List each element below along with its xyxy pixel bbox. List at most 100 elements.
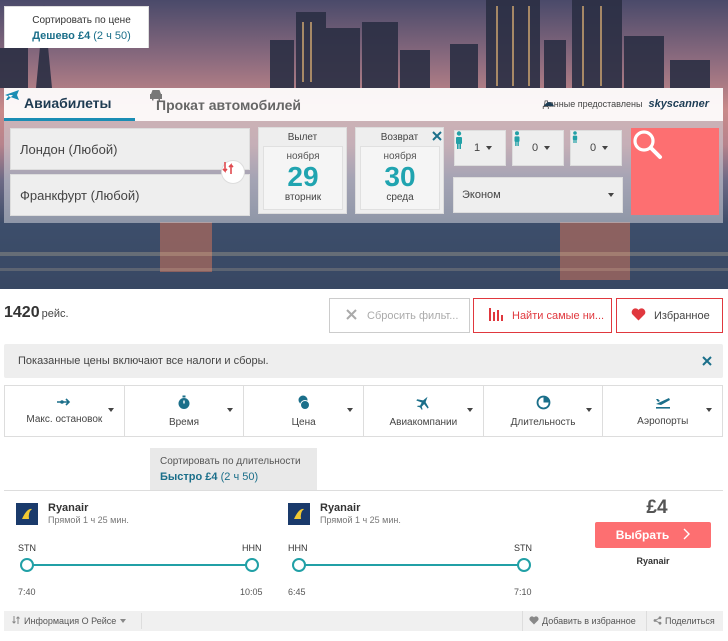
reset-filters-button[interactable]: Сбросить фильт... xyxy=(329,298,470,333)
route-end-dot xyxy=(517,558,531,572)
outbound-arrival-time: 10:05 xyxy=(240,587,263,597)
filter-price[interactable]: Цена xyxy=(244,386,365,436)
chevron-down-icon xyxy=(347,408,354,412)
share-button[interactable]: Поделиться xyxy=(646,611,715,631)
outbound-airline: Ryanair xyxy=(48,502,89,514)
stopwatch-icon xyxy=(177,395,191,413)
tab-car-rental[interactable]: Прокат автомобилей xyxy=(148,88,301,121)
dismiss-notice-button[interactable] xyxy=(701,355,713,367)
chevron-down-icon xyxy=(544,146,551,150)
results-count: 1420 рейс. xyxy=(4,304,69,322)
flight-info-label: Информация О Рейсе xyxy=(24,616,117,626)
departure-date-picker[interactable]: Вылет ноября 29 вторник xyxy=(258,127,347,214)
find-cheapest-label: Найти самые ни... xyxy=(512,309,605,322)
bar-chart-icon xyxy=(488,307,504,324)
swap-cities-button[interactable] xyxy=(221,160,245,184)
data-provider: Данные предоставлены skyscanner xyxy=(543,98,709,110)
infants-selector[interactable]: 0 xyxy=(570,130,622,166)
results-count-unit: рейс. xyxy=(41,308,69,320)
filter-airports[interactable]: Аэропорты xyxy=(603,386,722,436)
flight-info-toggle[interactable]: Информация О Рейсе xyxy=(12,615,127,627)
heart-icon xyxy=(631,307,646,324)
price-block: £4 xyxy=(597,497,717,519)
outbound-destination-code: HHN xyxy=(242,543,262,553)
inbound-airline: Ryanair xyxy=(320,502,361,514)
stops-icon xyxy=(56,397,72,410)
cabin-class-value: Эконом xyxy=(462,189,501,201)
reset-filters-label: Сбросить фильт... xyxy=(367,309,459,322)
search-form: Лондон (Любой) Франкфурт (Любой) Вылет н… xyxy=(4,121,723,223)
chevron-right-icon xyxy=(683,528,691,543)
coins-icon xyxy=(297,395,311,413)
heart-icon xyxy=(529,615,539,627)
return-day: 30 xyxy=(384,161,416,192)
chevron-down-icon xyxy=(706,408,713,412)
favorites-label: Избранное xyxy=(654,309,710,322)
sort-price-sub: Дешево £4 (2 ч 50) xyxy=(15,30,148,42)
return-date-display: ноября 30 среда xyxy=(360,146,440,210)
departure-date-display: ноября 29 вторник xyxy=(263,146,343,210)
inbound-origin-code: HHN xyxy=(288,543,308,553)
sort-price-title: Сортировать по цене xyxy=(32,15,131,26)
filters-bar: Макс. остановок Время Цена Авиакомпании … xyxy=(4,385,723,437)
children-selector[interactable]: 0 xyxy=(512,130,564,166)
search-tabs-bar: Авиабилеты Прокат автомобилей Данные пре… xyxy=(4,88,723,121)
chevron-down-icon xyxy=(586,408,593,412)
sort-duration-sub: Быстро £4 (2 ч 50) xyxy=(160,471,317,483)
filter-time[interactable]: Время xyxy=(125,386,245,436)
filter-duration-label: Длительность xyxy=(510,416,576,428)
route-start-dot xyxy=(292,558,306,572)
tab-sort-price[interactable]: Сортировать по цене Дешево £4 (2 ч 50) xyxy=(4,6,149,48)
children-count: 0 xyxy=(531,142,539,154)
price-notice: Показанные цены включают все налоги и сб… xyxy=(4,344,723,378)
filter-stops[interactable]: Макс. остановок xyxy=(5,386,125,436)
add-to-favorites-label: Добавить в избранное xyxy=(542,616,636,626)
return-weekday: среда xyxy=(386,192,414,203)
sort-duration-title: Сортировать по длительности xyxy=(160,456,301,467)
outbound-origin-code: STN xyxy=(18,543,36,553)
tab-flights-label: Авиабилеты xyxy=(24,95,112,111)
destination-input[interactable]: Франкфурт (Любой) xyxy=(10,174,250,216)
cabin-class-select[interactable]: Эконом xyxy=(453,177,623,213)
tab-car-rental-label: Прокат автомобилей xyxy=(156,96,302,113)
chevron-down-icon xyxy=(486,146,493,150)
sort-price-value: Дешево £4 xyxy=(32,30,91,42)
price-airline: Ryanair xyxy=(636,556,670,566)
clear-return-date-button[interactable] xyxy=(431,130,443,142)
provider-text: Данные предоставлены xyxy=(542,99,643,109)
inbound-leg: Ryanair Прямой 1 ч 25 мин. HHN STN 6:45 … xyxy=(276,491,546,611)
sort-arrows-icon xyxy=(12,615,20,627)
close-icon xyxy=(346,308,357,323)
filter-airlines[interactable]: Авиакомпании xyxy=(364,386,484,436)
departure-label: Вылет xyxy=(287,132,318,143)
add-to-favorites-button[interactable]: Добавить в избранное xyxy=(522,611,636,631)
takeoff-icon xyxy=(655,395,671,412)
departure-day: 29 xyxy=(287,161,319,192)
inbound-arrival-time: 7:10 xyxy=(514,587,532,597)
select-flight-button[interactable]: Выбрать xyxy=(595,522,711,548)
ryanair-logo-icon xyxy=(288,503,310,525)
adults-selector[interactable]: 1 xyxy=(454,130,506,166)
find-cheapest-button[interactable]: Найти самые ни... xyxy=(473,298,612,333)
filter-time-label: Время xyxy=(168,416,200,428)
inbound-departure-time: 6:45 xyxy=(288,587,306,597)
close-icon xyxy=(702,356,712,366)
filter-duration[interactable]: Длительность xyxy=(484,386,604,436)
tab-sort-duration[interactable]: Сортировать по длительности Быстро £4 (2… xyxy=(150,448,317,490)
flight-price: £4 xyxy=(646,497,668,518)
filter-airports-label: Аэропорты xyxy=(637,416,689,427)
ryanair-logo-icon xyxy=(16,503,38,525)
route-start-dot xyxy=(20,558,34,572)
origin-input[interactable]: Лондон (Любой) xyxy=(10,128,250,170)
inbound-destination-code: STN xyxy=(514,543,532,553)
tab-flights[interactable]: Авиабилеты xyxy=(4,88,135,121)
route-end-dot xyxy=(245,558,259,572)
filter-airlines-label: Авиакомпании xyxy=(389,416,458,428)
outbound-duration: Прямой 1 ч 25 мин. xyxy=(48,515,129,525)
chevron-down-icon xyxy=(120,619,127,623)
favorites-button[interactable]: Избранное xyxy=(616,298,723,333)
inbound-route-line xyxy=(296,564,526,566)
search-button[interactable] xyxy=(631,128,719,215)
chevron-down-icon xyxy=(608,193,614,197)
departure-weekday: вторник xyxy=(284,192,322,203)
